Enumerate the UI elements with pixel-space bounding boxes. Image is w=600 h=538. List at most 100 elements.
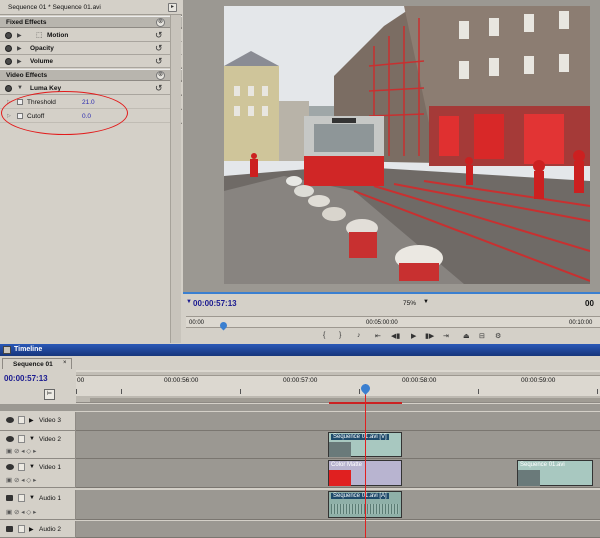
ruler-tick [359, 389, 360, 394]
eye-toggle-icon[interactable] [5, 32, 12, 39]
fixed-effects-header: Fixed Effects ⊗ [0, 16, 182, 28]
clip-label: Sequence 01.avi [520, 462, 565, 468]
track-header-video-3[interactable]: ▶ Video 3 [0, 412, 76, 431]
ruler-label: 00:10:00 [569, 320, 593, 326]
clip-label: Sequence 01.avi [A] [331, 493, 389, 499]
track-video-1[interactable]: Color Matte Sequence 01.avi [76, 459, 600, 488]
set-marker-icon[interactable]: ♪ [357, 332, 361, 339]
video-effects-header: Video Effects ⊗ [0, 69, 182, 81]
track-label: Video 3 [39, 417, 61, 424]
effect-row-motion[interactable]: ▶ ⬚ Motion ↺ [0, 29, 182, 42]
ruler-tick [597, 389, 598, 394]
step-back-icon[interactable]: ◀▮ [391, 332, 400, 340]
breadcrumb: Sequence 01 * Sequence 01.avi [8, 4, 101, 11]
motion-icon: ⬚ [36, 32, 43, 39]
speaker-toggle-icon[interactable] [6, 526, 13, 532]
expand-triangle-icon[interactable]: ▶ [29, 417, 34, 424]
track-header-audio-1[interactable]: ▼ Audio 1 ▣ ⊘ ◂ ◇ ▸ [0, 490, 76, 520]
ruler-label: 00:00:58:00 [402, 377, 437, 384]
expand-triangle-icon[interactable]: ▶ [17, 32, 22, 39]
effect-label: Volume [30, 58, 53, 65]
keyframe-controls-icon[interactable]: ▣ ⊘ ◂ ◇ ▸ [6, 476, 36, 484]
timecode-triangle-icon: ▼ [186, 299, 192, 305]
collapse-triangle-icon[interactable]: ▼ [17, 85, 23, 91]
scrollbar[interactable] [170, 15, 181, 343]
track-audio-2[interactable] [76, 521, 600, 538]
expand-triangle-icon[interactable]: ▶ [17, 58, 22, 65]
tab-sequence-01[interactable]: Sequence 01 × [2, 358, 72, 369]
mark-out-icon[interactable]: } [339, 332, 341, 339]
program-timecode[interactable]: 00:00:57:13 [193, 299, 237, 308]
fixed-effects-label: Fixed Effects [6, 19, 47, 26]
effect-row-opacity[interactable]: ▶ Opacity ↺ [0, 42, 182, 55]
go-to-in-icon[interactable]: ⇤ [375, 332, 381, 340]
panel-menu-icon[interactable]: ▸ [168, 3, 177, 12]
reset-icon[interactable]: ↺ [155, 83, 163, 94]
clip-v1-right[interactable]: Sequence 01.avi [517, 460, 593, 486]
extract-icon[interactable]: ⊟ [479, 332, 485, 340]
timeline-timecode[interactable]: 00:00:57:13 [4, 374, 48, 383]
eye-toggle-icon[interactable] [5, 45, 12, 52]
zoom-dropdown-icon[interactable]: ▼ [423, 299, 429, 305]
effect-label: Opacity [30, 45, 54, 52]
eye-toggle-icon[interactable] [5, 85, 12, 92]
collapse-icon[interactable]: ⊗ [156, 71, 165, 80]
track-header-audio-2[interactable]: ▶ Audio 2 [0, 521, 76, 538]
eye-toggle-icon[interactable] [6, 417, 14, 423]
zoom-level[interactable]: 75% [403, 300, 416, 307]
lock-toggle-icon[interactable] [18, 525, 25, 533]
timeline-playhead-line[interactable] [365, 384, 366, 538]
close-tab-icon[interactable]: × [63, 360, 67, 366]
lock-toggle-icon[interactable] [18, 435, 25, 443]
ruler-label: 00:00:57:00 [283, 377, 318, 384]
collapse-triangle-icon[interactable]: ▼ [29, 495, 35, 501]
track-header-video-2[interactable]: ▼ Video 2 ▣ ⊘ ◂ ◇ ▸ [0, 431, 76, 459]
mark-in-icon[interactable]: { [323, 332, 325, 339]
monitor-controls-bar: ▼ 00:00:57:13 75% ▼ 00 00:00 00:05:00:00… [183, 292, 600, 343]
effect-row-volume[interactable]: ▶ Volume ↺ [0, 55, 182, 68]
street-tram-image [224, 6, 590, 284]
snap-icon[interactable]: ⊨ [44, 389, 55, 400]
expand-triangle-icon[interactable]: ▶ [17, 45, 22, 52]
transport-controls: { } ♪ ⇤ ◀▮ ▶ ▮▶ ⇥ ⏏ ⊟ ⚙ [323, 332, 523, 344]
track-label: Video 2 [39, 436, 61, 443]
ruler-label: 00 [77, 377, 85, 384]
eye-toggle-icon[interactable] [6, 436, 14, 442]
track-label: Audio 1 [39, 495, 62, 502]
reset-icon[interactable]: ↺ [155, 56, 163, 67]
timeline-panel: Timeline Sequence 01 × 00:00:57:13 ⊨ 00 … [0, 344, 600, 538]
lock-toggle-icon[interactable] [18, 416, 25, 424]
ruler-label: 00:00 [189, 320, 205, 326]
timeline-divider [0, 404, 600, 411]
reset-icon[interactable]: ↺ [155, 43, 163, 54]
lock-toggle-icon[interactable] [18, 463, 25, 471]
collapse-icon[interactable]: ⊗ [156, 18, 165, 27]
go-to-out-icon[interactable]: ⇥ [443, 332, 449, 340]
eye-toggle-icon[interactable] [5, 58, 12, 65]
collapse-triangle-icon[interactable]: ▼ [29, 436, 35, 442]
speaker-toggle-icon[interactable] [6, 495, 13, 501]
eye-toggle-icon[interactable] [6, 464, 14, 470]
effect-controls-empty-area [0, 124, 182, 343]
keyframe-controls-icon[interactable]: ▣ ⊘ ◂ ◇ ▸ [6, 447, 36, 455]
track-video-3[interactable] [76, 412, 600, 431]
clip-label: Sequence 01.avi [V] [331, 434, 389, 440]
viewing-area-bar[interactable] [76, 372, 600, 376]
step-forward-icon[interactable]: ▮▶ [425, 332, 434, 340]
track-audio-1[interactable]: Sequence 01.avi [A] [76, 490, 600, 520]
reset-icon[interactable]: ↺ [155, 30, 163, 41]
collapse-triangle-icon[interactable]: ▼ [29, 464, 35, 470]
play-icon[interactable]: ▶ [411, 332, 416, 340]
video-frame [224, 6, 590, 284]
trim-icon[interactable]: ⚙ [495, 332, 501, 340]
track-header-video-1[interactable]: ▼ Video 1 ▣ ⊘ ◂ ◇ ▸ [0, 459, 76, 488]
lift-icon[interactable]: ⏏ [463, 332, 470, 340]
track-label: Audio 2 [39, 526, 62, 533]
lock-toggle-icon[interactable] [18, 494, 25, 502]
keyframe-controls-icon[interactable]: ▣ ⊘ ◂ ◇ ▸ [6, 508, 36, 516]
track-video-2[interactable]: Sequence 01.avi [V] [76, 431, 600, 459]
clip-thumbnail [518, 470, 540, 486]
expand-triangle-icon[interactable]: ▶ [29, 526, 34, 533]
monitor-time-ruler[interactable]: 00:00 00:05:00:00 00:10:00 [186, 316, 600, 328]
effect-controls-breadcrumb-bar: Sequence 01 * Sequence 01.avi ▸ [0, 0, 182, 15]
